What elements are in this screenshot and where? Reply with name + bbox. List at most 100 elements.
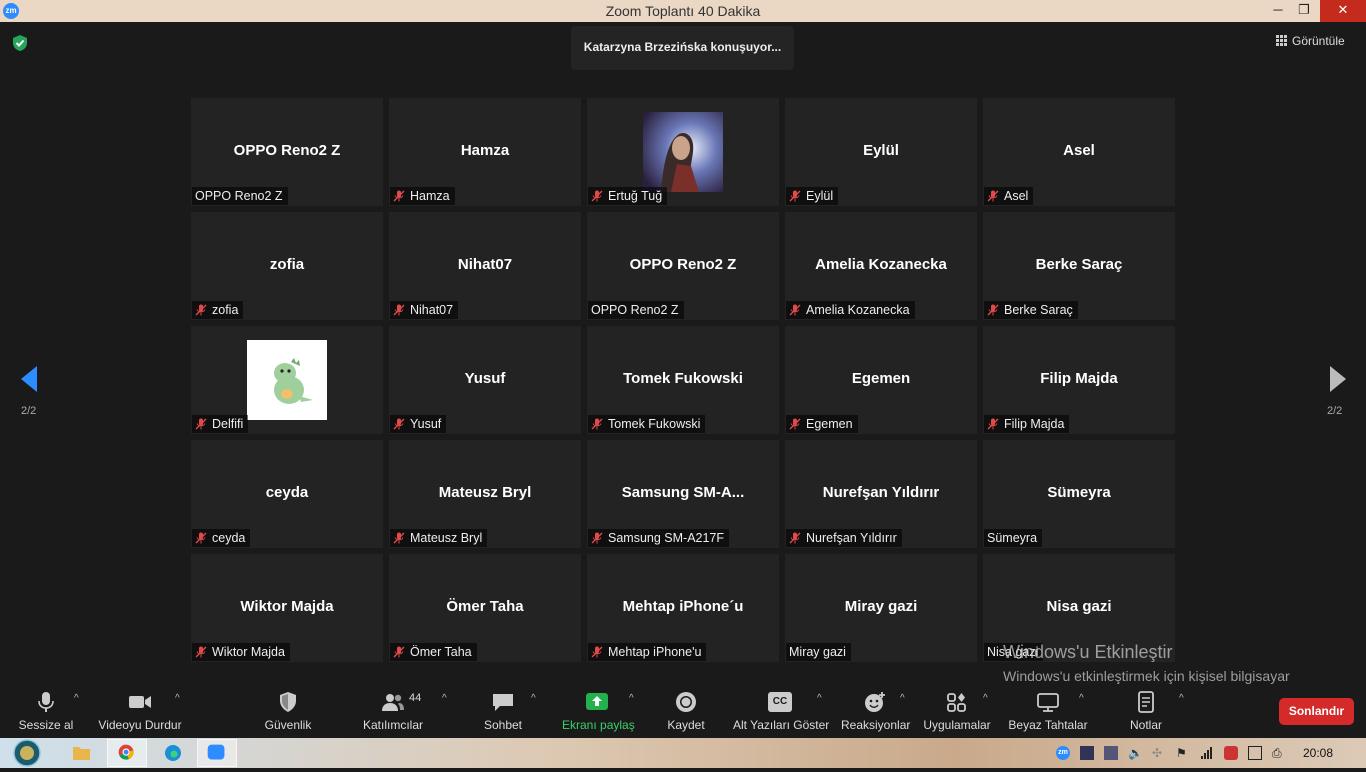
participant-tile[interactable]: Filip Majda Filip Majda [983,326,1175,434]
zoom-tray-icon[interactable]: zm [1056,746,1070,760]
notes-options-caret[interactable]: ^ [1179,693,1184,704]
video-options-caret[interactable]: ^ [175,693,180,704]
file-explorer-taskbar-item[interactable] [61,739,101,767]
muted-mic-icon [987,190,999,202]
participant-tile[interactable]: Tomek Fukowski Tomek Fukowski [587,326,779,434]
participant-tile[interactable]: Mehtap iPhone´u Mehtap iPhone'u [587,554,779,662]
participants-options-caret[interactable]: ^ [442,693,447,704]
participant-tile[interactable]: Miray gazi Miray gazi [785,554,977,662]
security-label: Güvenlik [264,718,312,732]
bluetooth-icon[interactable]: ✣ [1152,746,1166,760]
share-screen-button[interactable]: Ekranı paylaş [562,684,635,738]
record-button[interactable]: Kaydet [664,684,708,738]
participant-label-text: Filip Majda [1004,417,1065,431]
participant-tile[interactable]: Ömer Taha Ömer Taha [389,554,581,662]
participant-tile[interactable]: OPPO Reno2 Z OPPO Reno2 Z [191,98,383,206]
security-button[interactable]: Güvenlik [258,684,318,738]
participant-tile[interactable]: OPPO Reno2 Z OPPO Reno2 Z [587,212,779,320]
next-page-right-arrow-icon[interactable] [1328,364,1348,394]
flag-icon[interactable]: ⚑ [1176,746,1190,760]
participant-name: zofia [269,256,305,273]
mute-button[interactable]: Sessize al [16,684,76,738]
participant-tile[interactable]: Sümeyra Sümeyra [983,440,1175,548]
participant-label: Ömer Taha [390,643,477,661]
participant-tile[interactable]: Egemen Egemen [785,326,977,434]
participant-tile[interactable]: Ertuğ Tuğ [587,98,779,206]
view-button[interactable]: Görüntüle [1276,34,1345,48]
notes-button[interactable]: Notlar [1126,684,1166,738]
whiteboards-button[interactable]: Beyaz Tahtalar [1008,684,1088,738]
tray-network-icon[interactable] [1104,746,1118,760]
volume-icon[interactable]: 🔈 [1128,746,1143,760]
participant-tile[interactable]: zofia zofia [191,212,383,320]
participant-tile[interactable]: Mateusz Bryl Mateusz Bryl [389,440,581,548]
participant-label-text: Wiktor Majda [212,645,285,659]
participant-label: Ertuğ Tuğ [588,187,668,205]
participant-label: Sümeyra [984,529,1043,547]
captions-options-caret[interactable]: ^ [817,693,822,704]
apps-button[interactable]: Uygulamalar [923,684,991,738]
edge-taskbar-item[interactable] [153,739,193,767]
participant-name: Eylül [863,142,899,159]
participant-tile[interactable]: Delfifi [191,326,383,434]
participant-tile[interactable]: Nihat07 Nihat07 [389,212,581,320]
stop-video-button[interactable]: Videoyu Durdur [96,684,184,738]
zoom-icon [207,744,225,760]
printer-icon[interactable]: ⎙ [1272,746,1286,760]
participant-label: OPPO Reno2 Z [588,301,684,319]
chrome-taskbar-item[interactable] [107,739,147,767]
signal-icon[interactable] [1200,746,1214,760]
muted-mic-icon [591,532,603,544]
participant-tile[interactable]: Berke Saraç Berke Saraç [983,212,1175,320]
participant-tile[interactable]: Nurefşan Yıldırır Nurefşan Yıldırır [785,440,977,548]
minimize-button[interactable]: ─ [1265,0,1291,22]
muted-mic-icon [195,418,207,430]
window-title: Zoom Toplantı 40 Dakika [605,3,761,19]
participant-label-text: Delfifi [212,417,244,431]
share-options-caret[interactable]: ^ [629,693,634,704]
tray-app-icon[interactable] [1080,746,1094,760]
battery-icon[interactable] [1248,746,1262,760]
whiteboards-options-caret[interactable]: ^ [1079,693,1084,704]
apps-label: Uygulamalar [923,718,991,732]
taskbar-clock[interactable]: 20:08 [1303,746,1333,760]
windows-start-button-icon[interactable] [9,739,45,767]
muted-mic-icon [393,190,405,202]
apps-options-caret[interactable]: ^ [983,693,988,704]
zoom-taskbar-item[interactable] [197,739,237,767]
audio-options-caret[interactable]: ^ [74,693,79,704]
reactions-options-caret[interactable]: ^ [900,693,905,704]
participant-tile[interactable]: Samsung SM-A... Samsung SM-A217F [587,440,779,548]
participant-label-text: Sümeyra [987,531,1038,545]
previous-page-left-arrow-icon[interactable] [19,364,39,394]
chat-button[interactable]: Sohbet [482,684,524,738]
participant-label-text: ceyda [212,531,246,545]
windows-taskbar: zm 🔈 ✣ ⚑ ⎙ 20:08 [0,738,1366,768]
chat-bubble-icon [493,694,513,711]
participant-label: Eylül [786,187,839,205]
participant-tile[interactable]: Yusuf Yusuf [389,326,581,434]
participant-label: Asel [984,187,1034,205]
captions-button[interactable]: CC Alt Yazıları Göster [733,684,829,738]
security-tray-icon[interactable] [1224,746,1238,760]
participant-tile[interactable]: Wiktor Majda Wiktor Majda [191,554,383,662]
participant-name: OPPO Reno2 Z [629,256,737,273]
chat-options-caret[interactable]: ^ [531,693,536,704]
participant-tile[interactable]: Hamza Hamza [389,98,581,206]
participant-gallery: OPPO Reno2 Z OPPO Reno2 Z Hamza Hamza Ertuğ … [191,98,1175,662]
participant-tile[interactable]: Amelia Kozanecka Amelia Kozanecka [785,212,977,320]
security-shield-check-icon[interactable] [11,34,29,52]
close-button[interactable]: ✕ [1320,0,1366,22]
participant-tile[interactable]: ceyda ceyda [191,440,383,548]
participant-label-text: Egemen [806,417,853,431]
end-meeting-button[interactable]: Sonlandır [1279,698,1354,725]
muted-mic-icon [591,418,603,430]
participant-tile[interactable]: Asel Asel [983,98,1175,206]
restore-button[interactable]: ❐ [1291,0,1317,22]
participant-name: Mehtap iPhone´u [622,598,744,615]
watermark-title: Windows'u Etkinleştir [1003,642,1173,662]
participants-icon [382,694,404,711]
reactions-button[interactable]: Reaksiyonlar [841,684,910,738]
participant-tile[interactable]: Eylül Eylül [785,98,977,206]
participant-name: Berke Saraç [1035,256,1123,273]
